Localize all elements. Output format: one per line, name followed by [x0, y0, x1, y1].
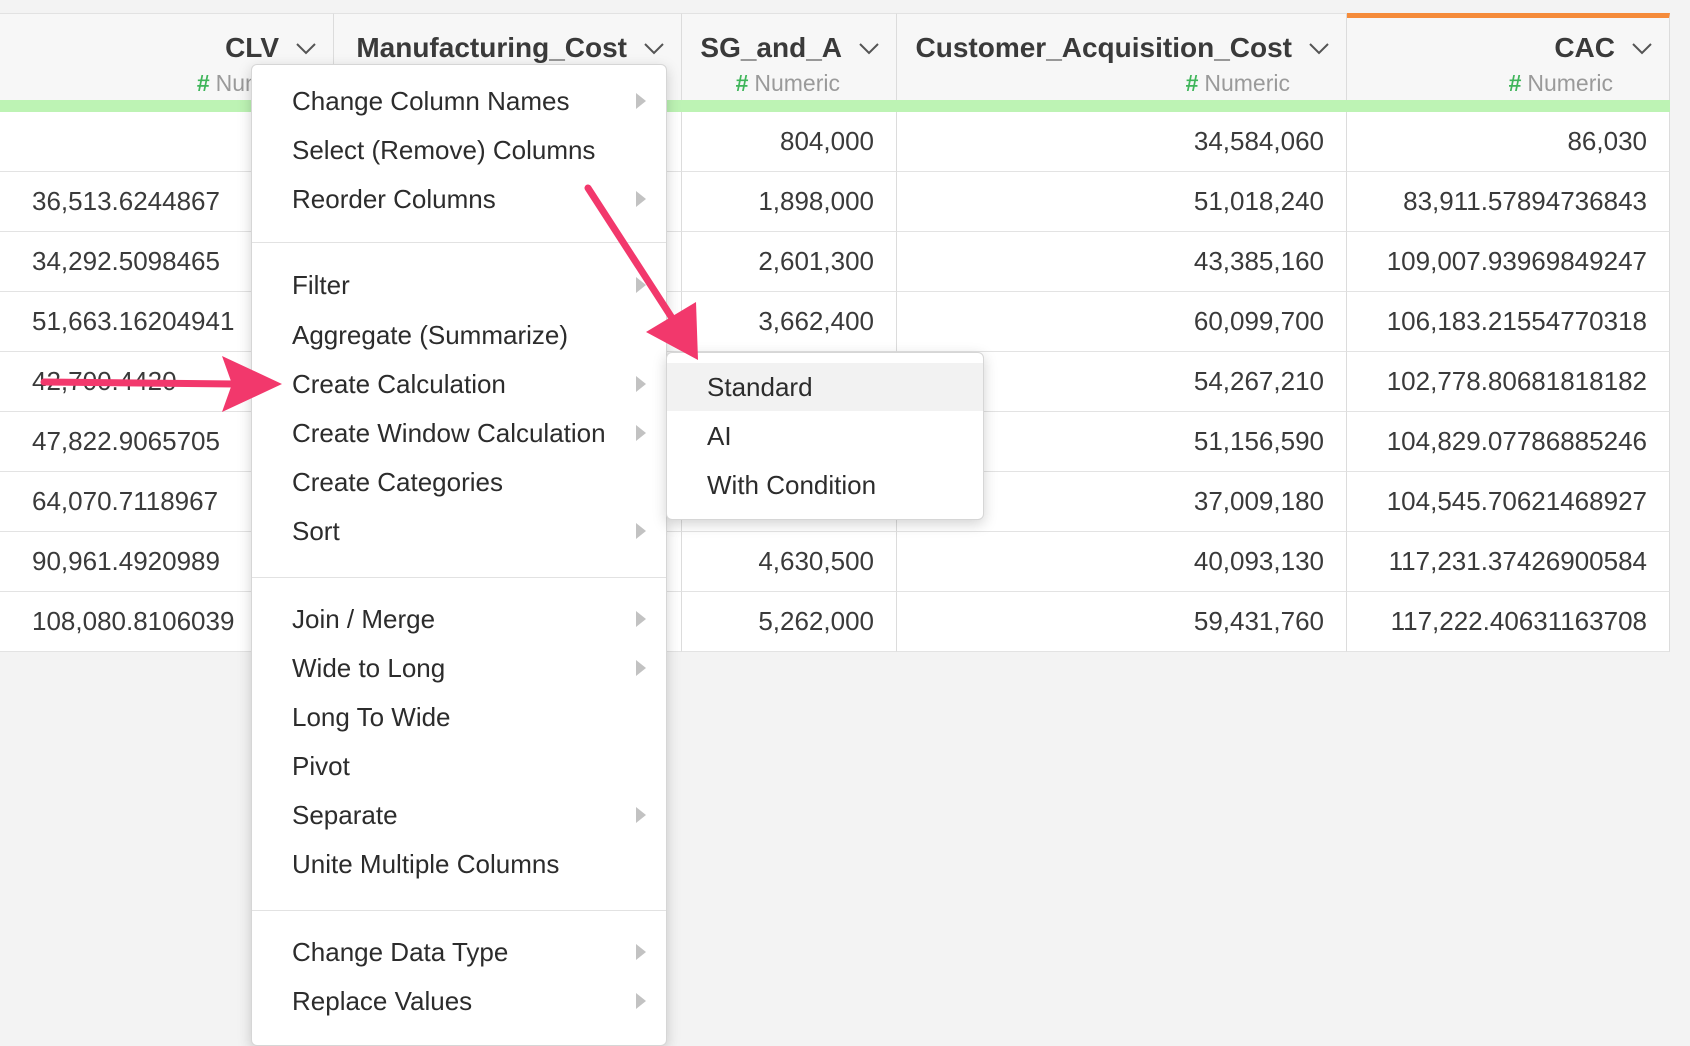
- column-context-menu: Change Column Names Select (Remove) Colu…: [251, 64, 667, 1046]
- submenu-arrow-icon: [636, 944, 646, 960]
- menu-item-sort[interactable]: Sort: [252, 509, 666, 553]
- column-type: # Numeric: [1185, 70, 1290, 96]
- submenu-arrow-icon: [636, 523, 646, 539]
- cell-customer-acquisition-cost[interactable]: 43,385,160: [897, 232, 1347, 292]
- cell-cac[interactable]: 117,222.40631163708: [1347, 592, 1670, 652]
- menu-item-select-remove-columns[interactable]: Select (Remove) Columns: [252, 128, 666, 172]
- submenu-arrow-icon: [636, 93, 646, 109]
- cell-cac[interactable]: 86,030: [1347, 112, 1670, 172]
- numeric-hash-icon: #: [196, 70, 210, 96]
- menu-item-replace-values[interactable]: Replace Values: [252, 979, 666, 1023]
- column-name: Customer_Acquisition_Cost: [915, 32, 1293, 63]
- submenu-arrow-icon: [636, 807, 646, 823]
- column-type: # Numeric: [1508, 70, 1613, 96]
- submenu-arrow-icon: [636, 993, 646, 1009]
- menu-item-join-merge[interactable]: Join / Merge: [252, 597, 666, 641]
- column-name: CAC: [1554, 32, 1615, 63]
- chevron-down-icon[interactable]: [293, 38, 319, 60]
- cell-sg-and-a[interactable]: 5,262,000: [682, 592, 897, 652]
- submenu-arrow-icon: [636, 611, 646, 627]
- column-name: SG_and_A: [700, 32, 842, 63]
- numeric-hash-icon: #: [1185, 70, 1199, 96]
- submenu-item-standard[interactable]: Standard: [667, 363, 983, 411]
- menu-item-reorder-columns[interactable]: Reorder Columns: [252, 177, 666, 221]
- chevron-down-icon[interactable]: [856, 38, 882, 60]
- chevron-down-icon[interactable]: [641, 38, 667, 60]
- cell-sg-and-a[interactable]: 3,662,400: [682, 292, 897, 352]
- cell-cac[interactable]: 104,545.70621468927: [1347, 472, 1670, 532]
- submenu-item-ai[interactable]: AI: [667, 412, 983, 460]
- cell-sg-and-a[interactable]: 804,000: [682, 112, 897, 172]
- menu-item-wide-to-long[interactable]: Wide to Long: [252, 646, 666, 690]
- cell-sg-and-a[interactable]: 1,898,000: [682, 172, 897, 232]
- menu-item-create-categories[interactable]: Create Categories: [252, 460, 666, 504]
- menu-item-unite-multiple-columns[interactable]: Unite Multiple Columns: [252, 842, 666, 886]
- cell-cac[interactable]: 106,183.21554770318: [1347, 292, 1670, 352]
- cell-customer-acquisition-cost[interactable]: 59,431,760: [897, 592, 1347, 652]
- menu-item-filter[interactable]: Filter: [252, 263, 666, 307]
- menu-item-change-data-type[interactable]: Change Data Type: [252, 930, 666, 974]
- column-header-customer-acquisition-cost[interactable]: Customer_Acquisition_Cost # Numeric: [897, 13, 1347, 100]
- menu-item-separate[interactable]: Separate: [252, 793, 666, 837]
- menu-item-long-to-wide[interactable]: Long To Wide: [252, 695, 666, 739]
- submenu-arrow-icon: [636, 660, 646, 676]
- cell-cac[interactable]: 102,778.80681818182: [1347, 352, 1670, 412]
- cell-sg-and-a[interactable]: 4,630,500: [682, 532, 897, 592]
- column-name: Manufacturing_Cost: [356, 32, 627, 63]
- cell-customer-acquisition-cost[interactable]: 40,093,130: [897, 532, 1347, 592]
- submenu-arrow-icon: [636, 277, 646, 293]
- column-header-sg-and-a[interactable]: SG_and_A # Numeric: [682, 13, 897, 100]
- menu-divider: [252, 577, 666, 578]
- column-header-cac[interactable]: CAC # Numeric: [1347, 13, 1670, 100]
- numeric-hash-icon: #: [735, 70, 749, 96]
- cell-customer-acquisition-cost[interactable]: 60,099,700: [897, 292, 1347, 352]
- menu-divider: [252, 910, 666, 911]
- submenu-item-with-condition[interactable]: With Condition: [667, 461, 983, 509]
- numeric-hash-icon: #: [1508, 70, 1522, 96]
- cell-sg-and-a[interactable]: 2,601,300: [682, 232, 897, 292]
- menu-item-create-window-calculation[interactable]: Create Window Calculation: [252, 411, 666, 455]
- submenu-arrow-icon: [636, 191, 646, 207]
- submenu-arrow-icon: [636, 376, 646, 392]
- menu-divider: [252, 242, 666, 243]
- submenu-arrow-icon: [636, 425, 646, 441]
- menu-item-change-column-names[interactable]: Change Column Names: [252, 79, 666, 123]
- menu-item-create-calculation[interactable]: Create Calculation: [252, 362, 666, 406]
- menu-item-aggregate[interactable]: Aggregate (Summarize): [252, 313, 666, 357]
- column-name: CLV: [225, 32, 279, 63]
- cell-customer-acquisition-cost[interactable]: 51,018,240: [897, 172, 1347, 232]
- cell-cac[interactable]: 117,231.37426900584: [1347, 532, 1670, 592]
- chevron-down-icon[interactable]: [1306, 38, 1332, 60]
- column-type: # Numeric: [735, 70, 840, 96]
- cell-cac[interactable]: 109,007.93969849247: [1347, 232, 1670, 292]
- cell-cac[interactable]: 104,829.07786885246: [1347, 412, 1670, 472]
- cell-customer-acquisition-cost[interactable]: 34,584,060: [897, 112, 1347, 172]
- create-calculation-submenu: Standard AI With Condition: [666, 352, 984, 520]
- chevron-down-icon[interactable]: [1629, 38, 1655, 60]
- menu-item-pivot[interactable]: Pivot: [252, 744, 666, 788]
- cell-cac[interactable]: 83,911.57894736843: [1347, 172, 1670, 232]
